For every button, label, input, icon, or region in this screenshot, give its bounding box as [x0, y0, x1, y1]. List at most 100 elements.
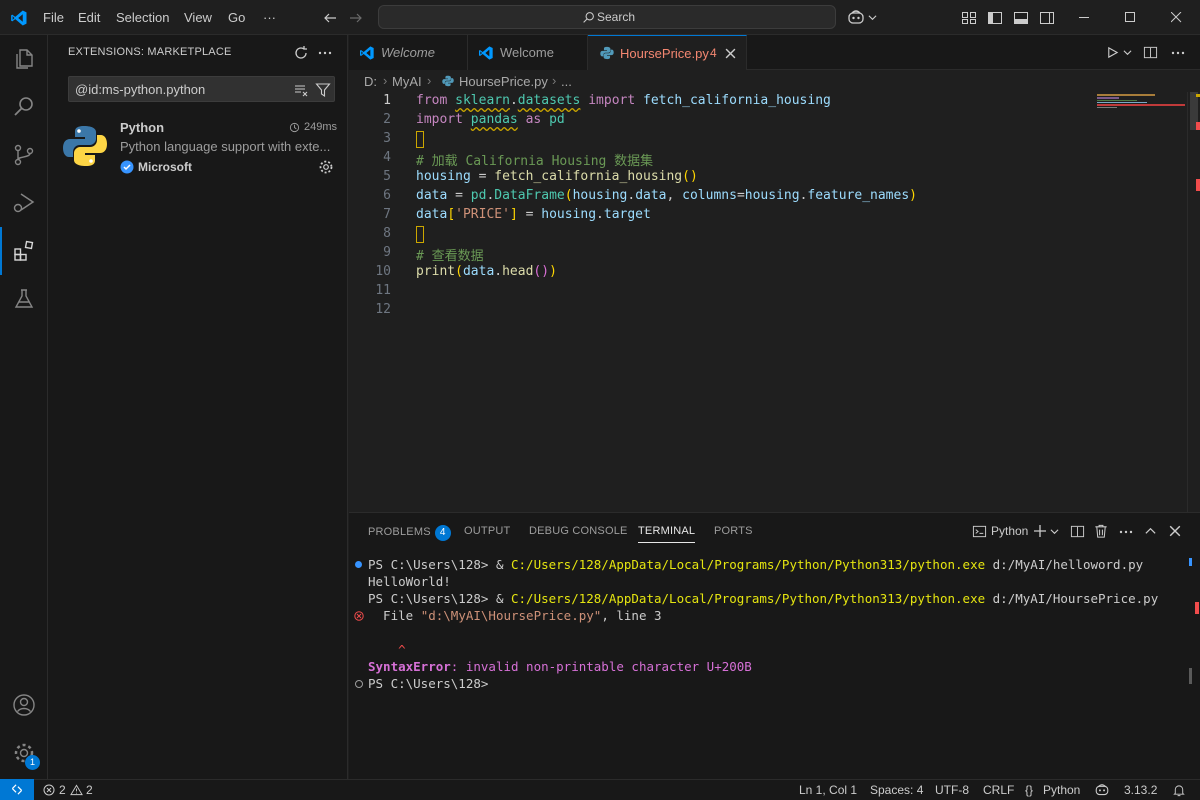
language-mode[interactable]: Python	[1043, 783, 1080, 797]
toggle-panel-icon[interactable]	[1013, 10, 1029, 26]
python-logo-icon	[63, 126, 107, 166]
remote-icon	[11, 784, 23, 795]
maximize-button[interactable]	[1107, 0, 1153, 35]
code-line: housing = fetch_california_housing()	[416, 169, 698, 184]
panel-tab-problems[interactable]: PROBLEMS 4	[368, 525, 451, 541]
account-icon	[13, 694, 35, 716]
end-of-line[interactable]: CRLF	[983, 783, 1014, 797]
indentation[interactable]: Spaces: 4	[870, 783, 923, 797]
close-tab-icon[interactable]	[725, 48, 736, 59]
activity-search[interactable]	[0, 83, 48, 131]
split-editor-icon[interactable]	[1143, 45, 1158, 60]
back-arrow-icon[interactable]	[322, 10, 338, 26]
verified-icon	[120, 160, 134, 174]
menu-selection[interactable]: Selection	[116, 0, 169, 35]
filter-icon[interactable]	[315, 82, 331, 98]
vscode-logo-icon[interactable]	[10, 9, 28, 27]
notifications-icon[interactable]	[1172, 784, 1186, 797]
extension-search-input[interactable]	[75, 80, 275, 98]
chevron-down-icon[interactable]	[1123, 48, 1132, 57]
activity-explorer[interactable]	[0, 35, 48, 83]
menu-edit[interactable]: Edit	[78, 0, 100, 35]
code-editor[interactable]: 1 2 3 4 5 6 7 8 9 10 11 12 from sklearn.…	[349, 92, 1200, 512]
line-number: 6	[383, 188, 391, 203]
problems-badge: 4	[434, 525, 451, 541]
editor-scrollbar[interactable]	[1187, 92, 1200, 512]
remote-indicator[interactable]	[0, 779, 34, 800]
run-file-icon[interactable]	[1106, 46, 1119, 59]
line-number: 12	[375, 302, 391, 317]
activity-source-control[interactable]	[0, 131, 48, 179]
breadcrumb-folder[interactable]: MyAI	[392, 74, 422, 89]
terminal-line: HelloWorld!	[368, 574, 451, 589]
extension-description: Python language support with exte...	[120, 139, 331, 154]
search-icon	[583, 12, 594, 23]
bottom-panel: PROBLEMS 4 OUTPUT DEBUG CONSOLE TERMINAL …	[349, 512, 1200, 779]
trash-icon[interactable]	[1094, 524, 1108, 539]
tab-welcome-preview[interactable]: Welcome	[349, 35, 468, 70]
panel-tab-ports[interactable]: PORTS	[714, 525, 753, 537]
more-actions-icon[interactable]	[1118, 524, 1134, 540]
activity-run-debug[interactable]	[0, 179, 48, 227]
code-line: # 查看数据	[416, 249, 484, 264]
error-count[interactable]: 2	[59, 783, 66, 797]
cursor-position[interactable]: Ln 1, Col 1	[799, 783, 857, 797]
extension-search-box[interactable]	[68, 76, 335, 102]
menu-go[interactable]: Go	[228, 0, 245, 35]
line-number: 4	[383, 150, 391, 165]
chevron-down-icon[interactable]	[868, 13, 877, 22]
maximize-panel-icon[interactable]	[1144, 525, 1157, 538]
code-line	[416, 226, 424, 243]
tab-welcome[interactable]: Welcome	[468, 35, 588, 70]
toggle-secondary-sidebar-icon[interactable]	[1039, 10, 1055, 26]
warning-count[interactable]: 2	[86, 783, 93, 797]
menu-file[interactable]: File	[43, 0, 64, 35]
copilot-icon[interactable]	[1094, 783, 1110, 797]
activity-extensions[interactable]	[0, 227, 48, 275]
breadcrumb-file[interactable]: HoursePrice.py	[459, 74, 548, 89]
forward-arrow-icon[interactable]	[348, 10, 364, 26]
more-actions-icon[interactable]	[1170, 45, 1186, 61]
clear-filter-icon[interactable]	[293, 82, 309, 98]
menu-view[interactable]: View	[184, 0, 212, 35]
customize-layout-icon[interactable]	[961, 10, 977, 26]
error-icon	[43, 784, 55, 796]
line-number: 7	[383, 207, 391, 222]
panel-tab-debug-console[interactable]: DEBUG CONSOLE	[529, 525, 628, 537]
more-actions-icon[interactable]	[317, 45, 333, 61]
extension-list-item[interactable]: Python 249ms Python language support wit…	[48, 113, 347, 175]
split-terminal-icon[interactable]	[1070, 524, 1085, 539]
close-window-button[interactable]	[1153, 0, 1199, 35]
tab-problem-count: 4	[710, 46, 717, 60]
new-terminal-icon[interactable]	[1033, 524, 1047, 538]
menu-more[interactable]: ···	[263, 0, 276, 35]
tab-hourseprice[interactable]: HoursePrice.py 4	[588, 35, 747, 70]
encoding[interactable]: UTF-8	[935, 783, 969, 797]
close-panel-icon[interactable]	[1169, 525, 1181, 537]
terminal-line: File "d:\MyAI\HoursePrice.py", line 3	[368, 608, 662, 623]
breadcrumb-drive[interactable]: D:	[364, 74, 377, 89]
manage-gear-icon[interactable]	[318, 159, 334, 175]
activity-accounts[interactable]	[0, 681, 48, 729]
python-version[interactable]: 3.13.2	[1124, 783, 1157, 797]
panel-tab-output[interactable]: OUTPUT	[464, 525, 510, 537]
title-bar: File Edit Selection View Go ··· Search	[0, 0, 1200, 35]
terminal-name[interactable]: Python	[991, 524, 1028, 538]
breadcrumb-more[interactable]: ...	[561, 74, 572, 89]
warning-icon	[70, 784, 83, 796]
terminal-line: PS C:\Users\128> & C:/Users/128/AppData/…	[368, 557, 1144, 572]
files-icon	[16, 49, 33, 69]
command-center-search[interactable]: Search	[378, 5, 836, 29]
terminal-scrollbar[interactable]	[1187, 558, 1199, 738]
line-number: 5	[383, 169, 391, 184]
activity-testing[interactable]	[0, 275, 48, 323]
refresh-icon[interactable]	[293, 45, 309, 61]
toggle-primary-sidebar-icon[interactable]	[987, 10, 1003, 26]
minimap[interactable]	[1097, 92, 1187, 112]
chevron-down-icon[interactable]	[1050, 527, 1059, 536]
activity-manage[interactable]: 1	[0, 729, 48, 777]
terminal-output[interactable]: PS C:\Users\128> & C:/Users/128/AppData/…	[349, 553, 1189, 780]
minimize-button[interactable]	[1061, 0, 1107, 35]
copilot-icon[interactable]	[847, 9, 865, 26]
panel-tab-terminal[interactable]: TERMINAL	[638, 525, 696, 543]
